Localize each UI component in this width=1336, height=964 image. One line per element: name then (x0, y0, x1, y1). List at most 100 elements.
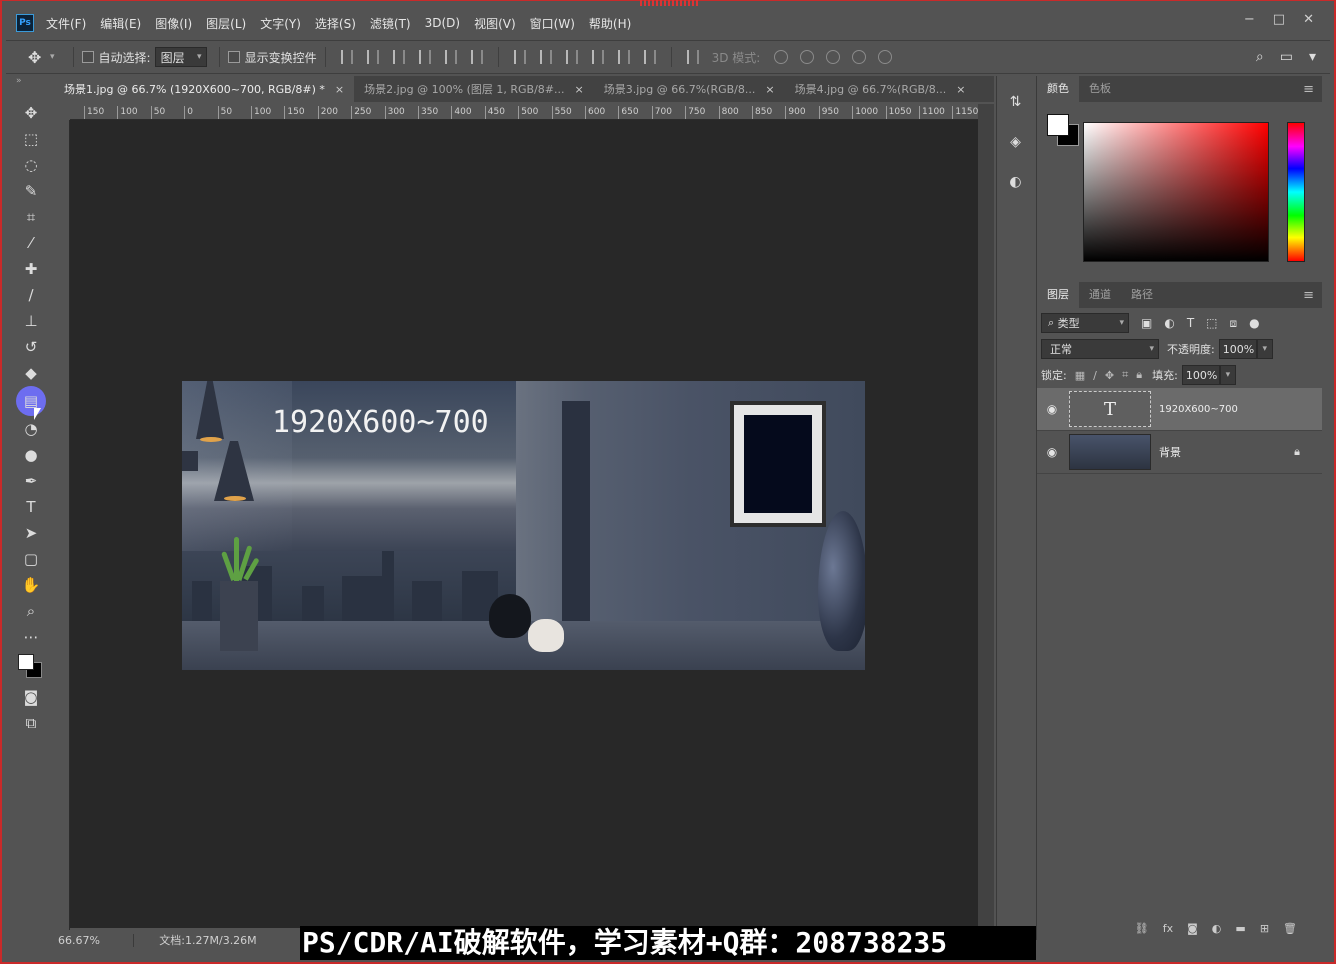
tab-scene4[interactable]: 场景4.jpg @ 66.7%(RGB/8... × (784, 76, 976, 102)
lasso-tool-icon[interactable]: ◌ (12, 152, 50, 178)
filter-toggle-icon[interactable]: ● (1249, 316, 1259, 330)
show-transform-checkbox[interactable] (227, 51, 240, 63)
menu-layer[interactable]: 图层(L) (206, 15, 246, 32)
menu-select[interactable]: 选择(S) (315, 15, 356, 32)
menu-help[interactable]: 帮助(H) (589, 15, 631, 32)
auto-align-icon[interactable] (686, 50, 699, 64)
distribute-bottom-icon[interactable] (565, 50, 578, 64)
horizontal-ruler[interactable]: 150 100 50 0 50 100 150 200 250 300 350 400 450 500 55… (70, 104, 978, 120)
pixel-filter-icon[interactable]: ▣ (1141, 316, 1152, 330)
menu-type[interactable]: 文字(Y) (260, 15, 301, 32)
clone-stamp-tool-icon[interactable]: ⊥ (12, 308, 50, 334)
distribute-right-icon[interactable] (643, 50, 656, 64)
tab-paths[interactable]: 路径 (1121, 282, 1163, 308)
adjustment-icon[interactable]: ◐ (1212, 922, 1222, 935)
type-filter-icon[interactable]: T (1187, 316, 1194, 330)
shape-filter-icon[interactable]: ⬚ (1206, 316, 1217, 330)
link-icon[interactable]: ⛓ (1135, 922, 1149, 935)
tab-scene3[interactable]: 场景3.jpg @ 66.7%(RGB/8... × (593, 76, 785, 102)
3d-panel-icon[interactable]: ◈ (1004, 130, 1028, 154)
align-bottom-icon[interactable] (392, 50, 405, 64)
trash-icon[interactable]: 🗑︎ (1283, 922, 1297, 935)
panel-menu-icon[interactable]: ≡ (1303, 288, 1314, 303)
eraser-tool-icon[interactable]: ◆ (12, 360, 50, 386)
folder-icon[interactable]: ▬ (1235, 922, 1245, 935)
distribute-vcenter-icon[interactable] (539, 50, 552, 64)
screen-mode-icon[interactable]: ⧉ (12, 710, 50, 736)
align-right-icon[interactable] (470, 50, 483, 64)
align-hcenter-icon[interactable] (444, 50, 457, 64)
chevron-down-icon[interactable]: ▾ (1256, 339, 1273, 359)
move-tool-icon[interactable]: ✥ (12, 100, 50, 126)
close-tab-icon[interactable]: × (574, 83, 583, 96)
menu-edit[interactable]: 编辑(E) (100, 15, 141, 32)
document-image[interactable]: 1920X600~700 (182, 381, 865, 670)
photoshop-logo-icon[interactable]: Ps (16, 14, 34, 32)
move-tool-icon[interactable]: ✥ (28, 48, 50, 67)
adjustment-filter-icon[interactable]: ◐ (1164, 316, 1174, 330)
vertical-ruler[interactable] (54, 120, 70, 930)
blur-tool-icon[interactable]: ◔ (12, 416, 50, 442)
tab-channels[interactable]: 通道 (1079, 282, 1121, 308)
chevron-down-icon[interactable]: ▾ (1309, 49, 1316, 65)
lock-image-icon[interactable]: ∕ (1093, 369, 1097, 382)
quick-select-tool-icon[interactable]: ✎ (12, 178, 50, 204)
mask-icon[interactable]: ◙ (1187, 922, 1198, 935)
close-tab-icon[interactable]: × (956, 83, 965, 96)
lock-all-icon[interactable]: 🔒︎ (1136, 368, 1142, 382)
lock-artboard-icon[interactable]: ⌗ (1122, 368, 1128, 382)
history-brush-tool-icon[interactable]: ↺ (12, 334, 50, 360)
opacity-input[interactable]: 100% (1218, 339, 1257, 359)
close-tab-icon[interactable]: × (765, 83, 774, 96)
new-layer-icon[interactable]: ⊞ (1260, 922, 1269, 935)
align-left-icon[interactable] (418, 50, 431, 64)
blend-mode-dropdown[interactable]: 正常 ▾ (1041, 339, 1159, 359)
zoom-level[interactable]: 66.67% (54, 933, 134, 947)
hand-tool-icon[interactable]: ✋ (12, 572, 50, 598)
history-panel-icon[interactable]: ⇅ (1004, 90, 1028, 114)
document-headline[interactable]: 1920X600~700 (272, 405, 489, 440)
fx-icon[interactable]: fx (1163, 922, 1173, 935)
panel-menu-icon[interactable]: ≡ (1303, 82, 1314, 97)
3d-scale-icon[interactable] (878, 50, 893, 64)
marquee-tool-icon[interactable]: ⬚ (12, 126, 50, 152)
distribute-top-icon[interactable] (513, 50, 526, 64)
gradient-tool-icon[interactable]: ▤ (16, 386, 46, 416)
chevron-down-icon[interactable]: ▾ (50, 52, 55, 62)
smart-object-filter-icon[interactable]: ⧈ (1230, 316, 1238, 331)
menu-view[interactable]: 视图(V) (474, 15, 516, 32)
color-swatches[interactable] (12, 650, 50, 684)
align-vcenter-icon[interactable] (366, 50, 379, 64)
eyedropper-tool-icon[interactable]: ⁄ (12, 230, 50, 256)
menu-file[interactable]: 文件(F) (46, 15, 86, 32)
vertical-scrollbar[interactable] (978, 104, 994, 930)
minimize-button[interactable]: − (1244, 12, 1255, 27)
shape-tool-icon[interactable]: ▢ (12, 546, 50, 572)
crop-tool-icon[interactable]: ⌗ (12, 204, 50, 230)
layer-background[interactable]: ◉ 背景 🔒︎ (1037, 431, 1322, 474)
menu-image[interactable]: 图像(I) (155, 15, 192, 32)
eye-icon[interactable]: ◉ (1037, 402, 1067, 416)
zoom-tool-icon[interactable]: ⌕ (12, 598, 50, 624)
tab-layers[interactable]: 图层 (1037, 282, 1079, 308)
auto-select-checkbox[interactable] (81, 51, 94, 63)
path-select-tool-icon[interactable]: ➤ (12, 520, 50, 546)
menu-window[interactable]: 窗口(W) (530, 15, 575, 32)
align-top-icon[interactable] (340, 50, 353, 64)
collapse-toolbar-icon[interactable]: » (16, 76, 22, 86)
maximize-button[interactable]: □ (1273, 12, 1285, 27)
healing-brush-tool-icon[interactable]: ✚ (12, 256, 50, 282)
close-tab-icon[interactable]: × (335, 83, 344, 96)
search-icon[interactable]: ⌕ (1256, 49, 1264, 65)
lock-position-icon[interactable]: ✥ (1105, 369, 1114, 382)
chevron-down-icon[interactable]: ▾ (1219, 365, 1236, 385)
foreground-color-swatch[interactable] (18, 654, 34, 670)
color-picker-field[interactable] (1083, 122, 1269, 262)
lock-transparent-icon[interactable]: ▦ (1075, 369, 1085, 382)
tab-swatches[interactable]: 色板 (1079, 76, 1121, 102)
hue-slider[interactable] (1287, 122, 1305, 262)
3d-slide-icon[interactable] (852, 50, 867, 64)
workspace-icon[interactable]: ▭ (1280, 49, 1293, 65)
distribute-left-icon[interactable] (591, 50, 604, 64)
close-button[interactable]: ✕ (1303, 12, 1314, 27)
